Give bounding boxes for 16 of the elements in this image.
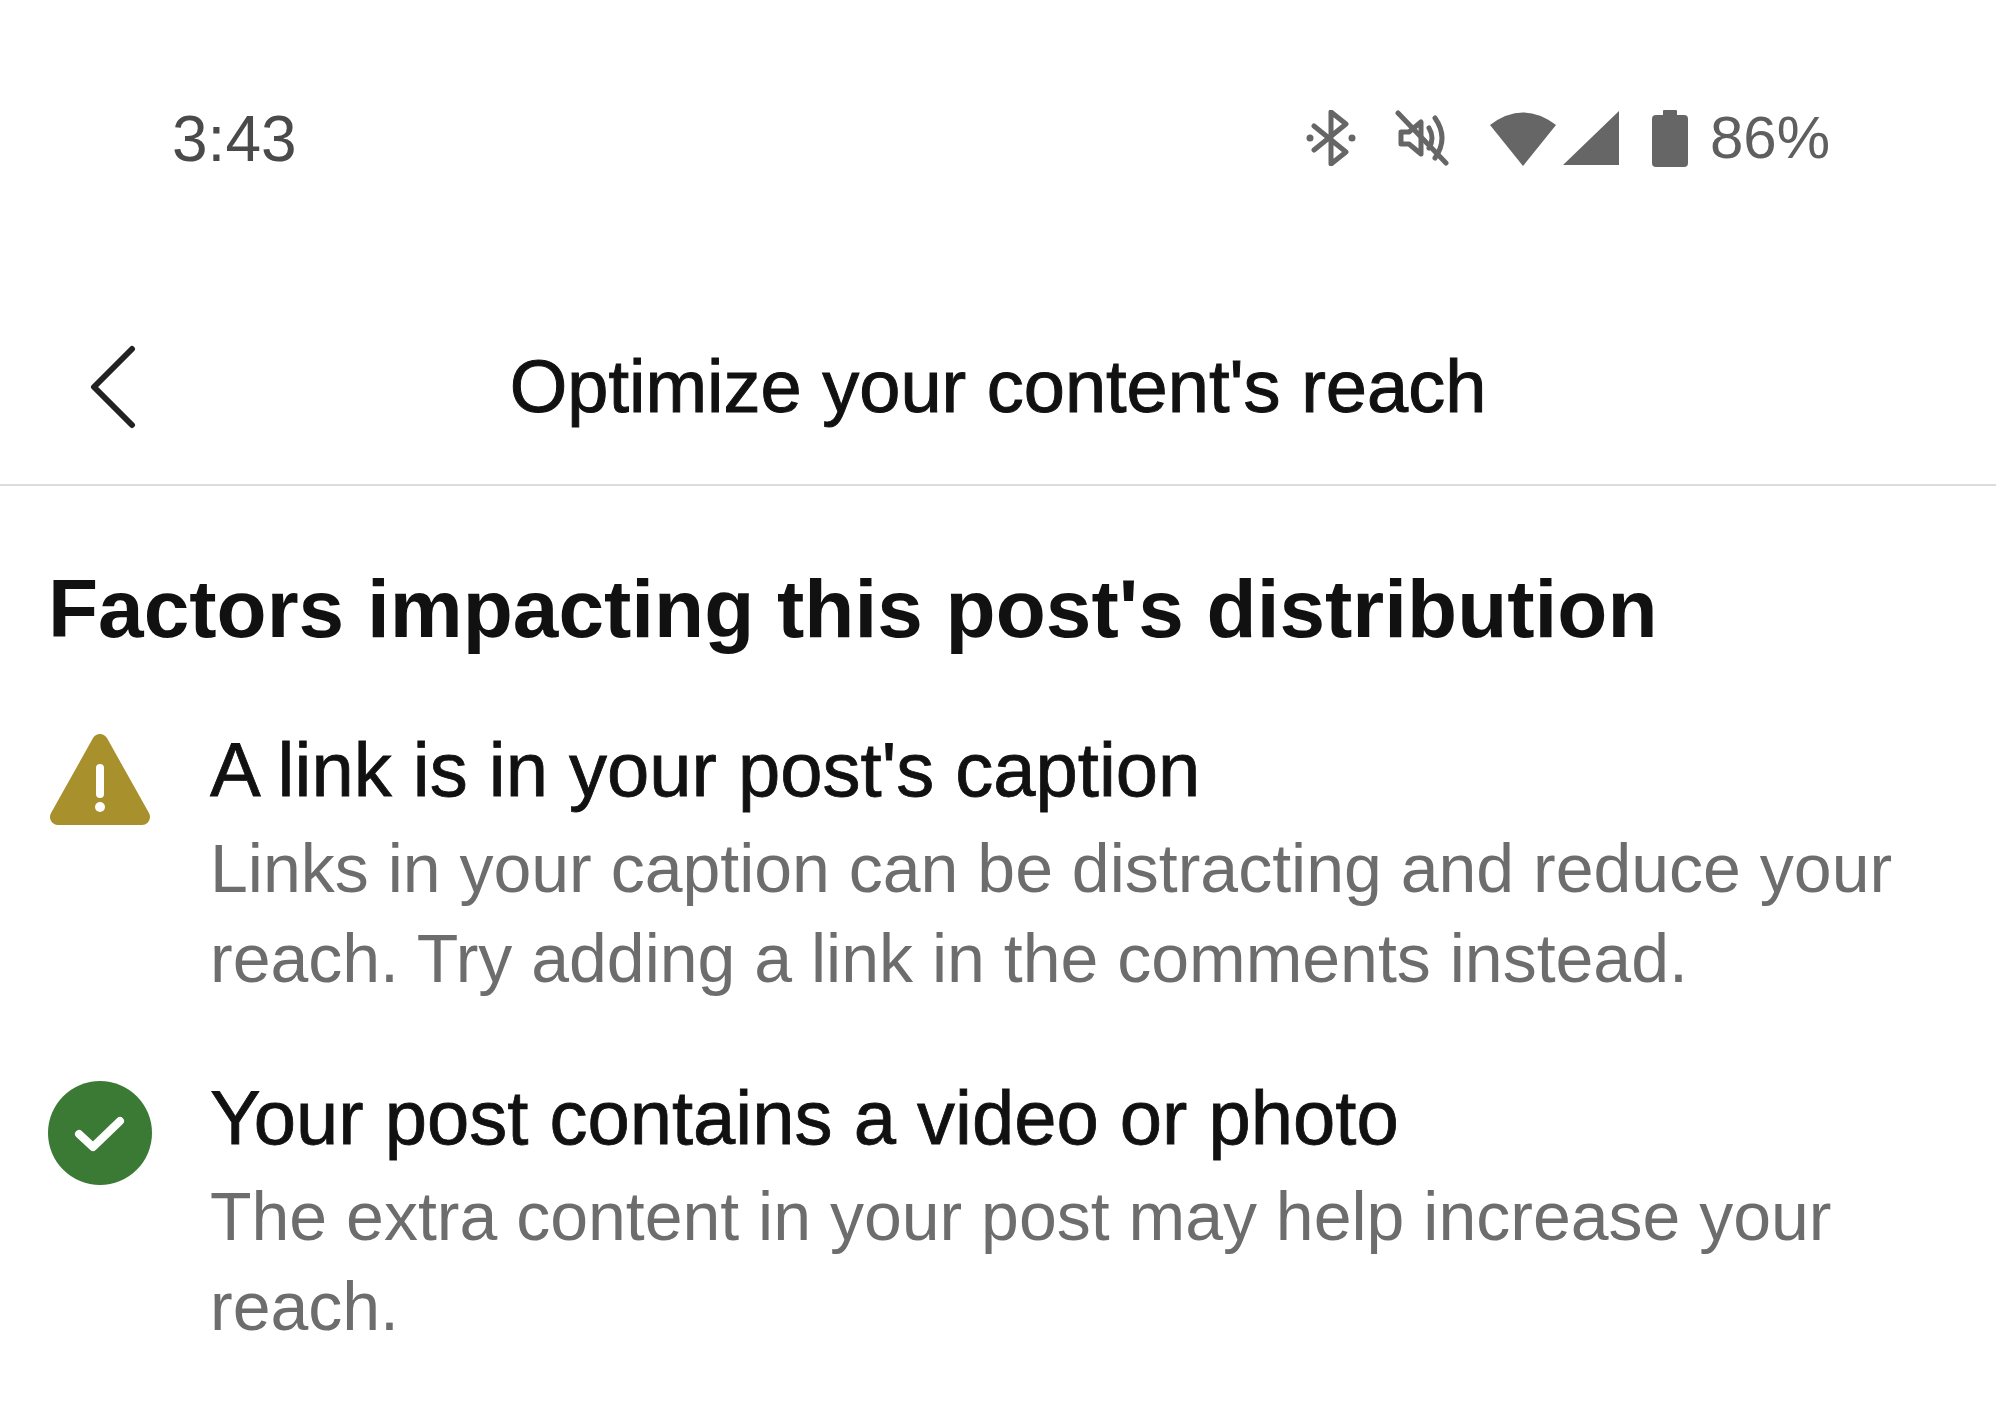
warning-icon xyxy=(48,732,152,827)
wifi-icon xyxy=(1489,110,1556,166)
section-heading: Factors impacting this post's distribution xyxy=(48,562,1659,656)
back-icon[interactable] xyxy=(88,345,138,429)
factor-title: A link is in your post's caption xyxy=(210,726,1202,814)
speaker-muted-icon xyxy=(1394,110,1449,166)
factor-description: The extra content in your post may help increase your reach. xyxy=(210,1177,1833,1346)
status-time: 3:43 xyxy=(172,108,297,170)
check-circle-icon xyxy=(48,1081,152,1185)
signal-icon xyxy=(1562,111,1619,165)
page-title: Optimize your content's reach xyxy=(509,343,1487,430)
battery-icon xyxy=(1651,109,1688,167)
battery-percentage: 86% xyxy=(1709,108,1830,168)
factor-title: Your post contains a video or photo xyxy=(210,1074,1400,1162)
bluetooth-icon xyxy=(1305,110,1356,166)
factor-description: Links in your caption can be distracting and reduce your reach. Try adding a link in the comments instead. xyxy=(210,829,1894,998)
